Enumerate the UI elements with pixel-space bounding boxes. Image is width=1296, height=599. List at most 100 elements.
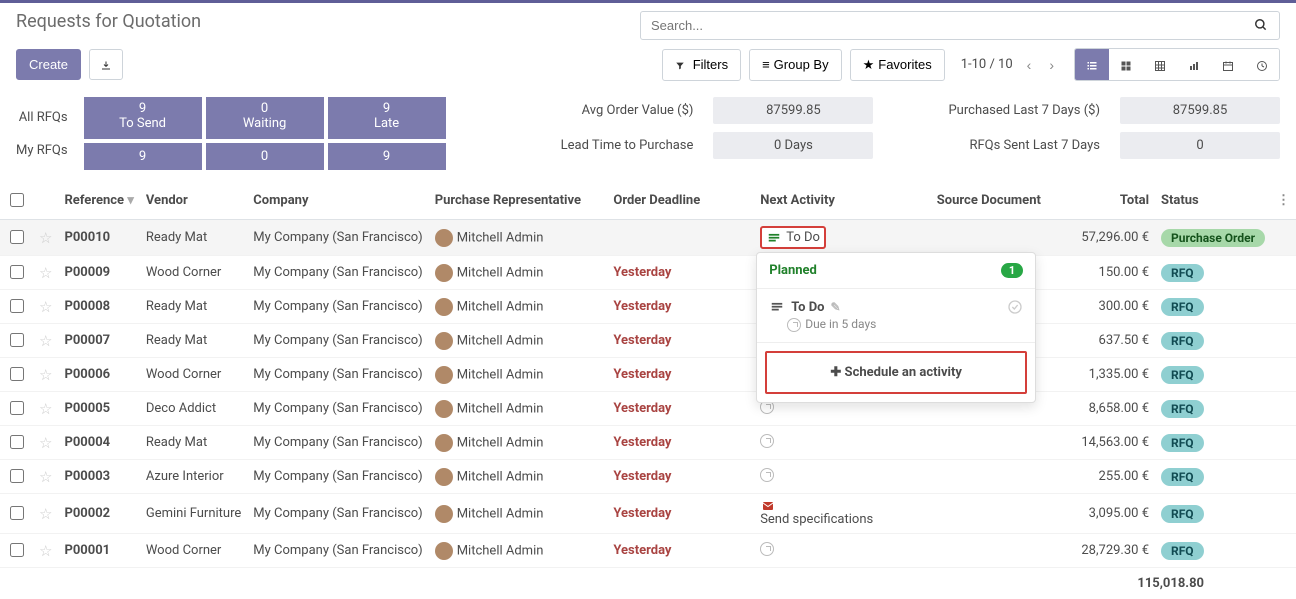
row-checkbox[interactable] — [10, 506, 24, 520]
create-button[interactable]: Create — [16, 49, 81, 80]
col-reference[interactable]: Reference ▾ — [58, 182, 139, 220]
star-icon[interactable]: ☆ — [39, 542, 52, 560]
cell-reference[interactable]: P00003 — [58, 460, 139, 494]
pager-next-button[interactable]: › — [1045, 53, 1058, 77]
search-button[interactable] — [1248, 15, 1274, 33]
view-list-button[interactable] — [1075, 49, 1109, 80]
view-calendar-button[interactable] — [1211, 49, 1245, 80]
cell-activity[interactable]: Send specifications — [754, 494, 931, 534]
col-vendor[interactable]: Vendor — [140, 182, 247, 220]
clock-icon — [760, 468, 774, 482]
select-all-checkbox[interactable] — [10, 193, 24, 207]
favorites-button[interactable]: ★Favorites — [850, 49, 945, 81]
schedule-activity-button[interactable]: ✚ Schedule an activity — [765, 351, 1027, 394]
cell-reference[interactable]: P00009 — [58, 256, 139, 290]
cell-total: 255.00 € — [1047, 460, 1155, 494]
pager-prev-button[interactable]: ‹ — [1023, 53, 1036, 77]
dash-all-tosend[interactable]: 9To Send — [84, 97, 202, 139]
chart-icon — [1187, 57, 1201, 72]
check-circle-icon[interactable] — [1007, 299, 1023, 315]
dash-all-waiting[interactable]: 0Waiting — [206, 97, 324, 139]
dash-row-label-my: My RFQs — [16, 143, 68, 158]
row-checkbox[interactable] — [10, 265, 24, 279]
col-total[interactable]: Total — [1047, 182, 1155, 220]
dash-all-late[interactable]: 9Late — [328, 97, 446, 139]
cell-activity[interactable] — [754, 426, 931, 460]
dash-my-late[interactable]: 9 — [328, 143, 446, 170]
col-rep[interactable]: Purchase Representative — [429, 182, 608, 220]
table-row[interactable]: ☆P00006Wood CornerMy Company (San Franci… — [0, 358, 1296, 392]
table-row[interactable]: ☆P00005Deco AddictMy Company (San Franci… — [0, 392, 1296, 426]
cell-reference[interactable]: P00010 — [58, 220, 139, 256]
stat-purchased-label: Purchased Last 7 Days ($) — [893, 103, 1100, 118]
table-row[interactable]: ☆P00003Azure InteriorMy Company (San Fra… — [0, 460, 1296, 494]
view-kanban-button[interactable] — [1109, 49, 1143, 80]
view-graph-button[interactable] — [1177, 49, 1211, 80]
row-checkbox[interactable] — [10, 543, 24, 557]
cell-activity[interactable] — [754, 460, 931, 494]
view-pivot-button[interactable] — [1143, 49, 1177, 80]
groupby-button[interactable]: ≡Group By — [749, 49, 842, 81]
dash-my-tosend[interactable]: 9 — [84, 143, 202, 170]
col-activity[interactable]: Next Activity — [754, 182, 931, 220]
table-row[interactable]: ☆P00001Wood CornerMy Company (San Franci… — [0, 534, 1296, 568]
star-icon[interactable]: ☆ — [39, 332, 52, 350]
cell-activity[interactable] — [754, 534, 931, 568]
cell-deadline: Yesterday — [607, 460, 754, 494]
cell-reference[interactable]: P00002 — [58, 494, 139, 534]
row-checkbox[interactable] — [10, 299, 24, 313]
pencil-icon[interactable]: ✎ — [831, 300, 841, 314]
col-source[interactable]: Source Document — [931, 182, 1047, 220]
status-badge: RFQ — [1161, 366, 1204, 384]
table-row[interactable]: ☆P00004Ready MatMy Company (San Francisc… — [0, 426, 1296, 460]
star-icon[interactable]: ☆ — [39, 505, 52, 523]
row-checkbox[interactable] — [10, 401, 24, 415]
star-icon[interactable]: ☆ — [39, 400, 52, 418]
import-button[interactable] — [89, 49, 123, 80]
table-row[interactable]: ☆P00009Wood CornerMy Company (San Franci… — [0, 256, 1296, 290]
dash-my-waiting[interactable]: 0 — [206, 143, 324, 170]
cell-reference[interactable]: P00004 — [58, 426, 139, 460]
table-row[interactable]: ☆P00008Ready MatMy Company (San Francisc… — [0, 290, 1296, 324]
table-row[interactable]: ☆P00002Gemini FurnitureMy Company (San F… — [0, 494, 1296, 534]
col-company[interactable]: Company — [247, 182, 428, 220]
star-icon[interactable]: ☆ — [39, 229, 52, 247]
cell-reference[interactable]: P00006 — [58, 358, 139, 392]
status-badge: RFQ — [1161, 298, 1204, 316]
cell-activity[interactable]: To DoPlanned1 To Do ✎Due in 5 days✚ Sche… — [754, 220, 931, 256]
star-icon[interactable]: ☆ — [39, 298, 52, 316]
row-checkbox[interactable] — [10, 367, 24, 381]
row-checkbox[interactable] — [10, 333, 24, 347]
avatar — [435, 434, 453, 452]
star-icon[interactable]: ☆ — [39, 468, 52, 486]
cell-reference[interactable]: P00001 — [58, 534, 139, 568]
task-icon — [766, 231, 782, 245]
table-row[interactable]: ☆P00007Ready MatMy Company (San Francisc… — [0, 324, 1296, 358]
star-icon[interactable]: ☆ — [39, 264, 52, 282]
filters-button[interactable]: Filters — [662, 49, 741, 81]
download-icon — [100, 57, 112, 72]
cell-rep: Mitchell Admin — [429, 426, 608, 460]
cell-reference[interactable]: P00005 — [58, 392, 139, 426]
search-input[interactable] — [640, 11, 1280, 40]
row-checkbox[interactable] — [10, 435, 24, 449]
cell-company: My Company (San Francisco) — [247, 290, 428, 324]
col-status[interactable]: Status — [1155, 182, 1271, 220]
table-row[interactable]: ☆P00010Ready MatMy Company (San Francisc… — [0, 220, 1296, 256]
row-checkbox[interactable] — [10, 469, 24, 483]
activity-todo-highlight[interactable]: To Do — [760, 226, 826, 249]
chevron-left-icon: ‹ — [1027, 57, 1032, 73]
cell-company: My Company (San Francisco) — [247, 534, 428, 568]
row-checkbox[interactable] — [10, 230, 24, 244]
cell-reference[interactable]: P00008 — [58, 290, 139, 324]
column-options-button[interactable]: ⋮ — [1277, 193, 1290, 208]
col-deadline[interactable]: Order Deadline — [607, 182, 754, 220]
view-activity-button[interactable] — [1245, 49, 1279, 80]
cell-vendor: Deco Addict — [140, 392, 247, 426]
star-icon[interactable]: ☆ — [39, 366, 52, 384]
star-icon[interactable]: ☆ — [39, 434, 52, 452]
popover-due-text: Due in 5 days — [805, 317, 876, 331]
status-badge: RFQ — [1161, 400, 1204, 418]
cell-company: My Company (San Francisco) — [247, 220, 428, 256]
cell-reference[interactable]: P00007 — [58, 324, 139, 358]
